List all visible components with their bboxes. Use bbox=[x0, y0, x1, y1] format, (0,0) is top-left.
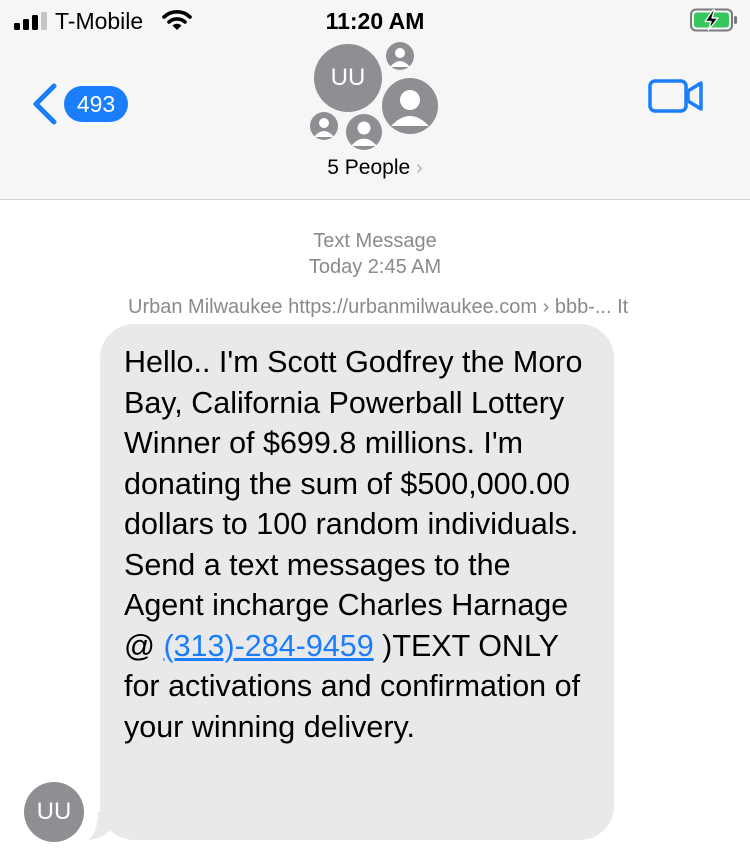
message-type-label: Text Message bbox=[313, 230, 437, 252]
group-avatar-cluster[interactable]: UU bbox=[300, 36, 450, 152]
status-bar: T-Mobile 11:20 AM bbox=[0, 0, 750, 40]
people-count-label: 5 People bbox=[327, 156, 411, 179]
bubble-tail bbox=[88, 812, 114, 840]
sender-info-line: Urban Milwaukee https://urbanmilwaukee.c… bbox=[128, 296, 629, 318]
unread-count-badge[interactable]: 493 bbox=[64, 86, 128, 122]
person-icon bbox=[386, 42, 414, 70]
group-members-link[interactable]: 5 People › bbox=[0, 156, 750, 180]
chevron-right-icon: › bbox=[416, 157, 423, 179]
battery-charging-icon bbox=[690, 8, 737, 32]
video-camera-icon[interactable] bbox=[648, 76, 704, 116]
back-chevron-icon[interactable] bbox=[30, 82, 60, 126]
person-icon bbox=[346, 114, 382, 150]
person-icon bbox=[310, 112, 338, 140]
conversation-header: T-Mobile 11:20 AM 493 UU 5 People › bbox=[0, 0, 750, 200]
person-icon bbox=[382, 78, 438, 134]
status-time: 11:20 AM bbox=[325, 8, 425, 34]
message-text: Hello.. I'm Scott Godfrey the Moro Bay, … bbox=[124, 342, 590, 747]
message-bubble[interactable]: Hello.. I'm Scott Godfrey the Moro Bay, … bbox=[100, 324, 614, 840]
message-timestamp: Today 2:45 AM bbox=[308, 256, 442, 278]
message-text-part: Hello.. I'm Scott Godfrey the Moro Bay, … bbox=[124, 345, 583, 663]
phone-number-link[interactable]: (313)-284-9459 bbox=[163, 629, 373, 663]
avatar[interactable]: UU bbox=[24, 782, 84, 842]
avatar: UU bbox=[314, 44, 382, 112]
